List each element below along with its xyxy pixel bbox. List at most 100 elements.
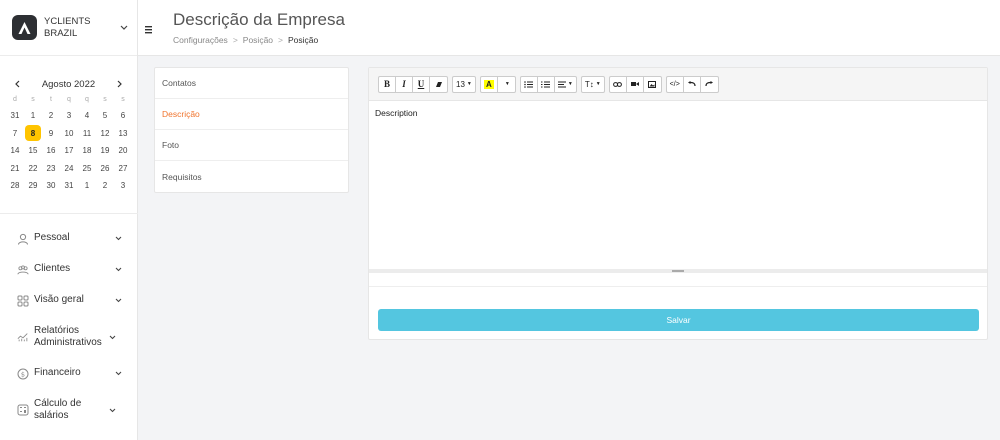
calendar-day[interactable]: 19 — [96, 142, 114, 160]
calendar-day[interactable]: 28 — [6, 177, 24, 195]
menu-toggle-icon[interactable] — [144, 21, 154, 34]
video-icon[interactable] — [627, 76, 644, 92]
calendar-day[interactable]: 4 — [78, 107, 96, 125]
code-view-button[interactable]: </> — [667, 76, 684, 92]
calendar-day[interactable]: 11 — [78, 125, 96, 143]
font-size-label: 13 — [456, 79, 465, 89]
bold-button[interactable]: B — [379, 76, 396, 92]
sidebar-item-label: Pessoal — [34, 232, 70, 244]
sidebar-item-label: Visão geral — [34, 294, 84, 306]
undo-icon[interactable] — [684, 76, 701, 92]
sidebar-item-financeiro[interactable]: $ Financeiro — [0, 358, 138, 389]
chevron-left-icon[interactable] — [12, 78, 22, 90]
calendar-day[interactable]: 16 — [42, 142, 60, 160]
calendar-day[interactable]: 31 — [6, 107, 24, 125]
style-dropdown[interactable]: T↕ ▼ — [580, 75, 605, 93]
color-dropdown-button[interactable]: ▼ — [498, 77, 515, 92]
font-size-value[interactable]: 13 ▼ — [453, 77, 475, 92]
chevron-down-icon — [114, 370, 122, 378]
calendar-day[interactable]: 30 — [42, 177, 60, 195]
chevron-down-icon[interactable] — [118, 22, 130, 34]
sidebar-item-clientes[interactable]: Clientes — [0, 254, 138, 285]
highlight-color-button[interactable]: A — [481, 76, 498, 92]
calendar-day[interactable]: 2 — [96, 177, 114, 195]
sidebar-item-calculo[interactable]: Cálculo de salários — [0, 389, 138, 431]
sidebar-menu: Pessoal Clientes Visão geral Relatórios Adm… — [0, 213, 138, 431]
color-group: A ▼ — [479, 75, 516, 93]
calendar-weekday: d — [13, 96, 17, 103]
coin-icon: $ — [17, 368, 29, 380]
calendar-day[interactable]: 20 — [114, 142, 132, 160]
calendar-weekday: s — [121, 96, 125, 103]
calendar-day[interactable]: 3 — [114, 177, 132, 195]
calendar-day-today[interactable]: 8 — [25, 125, 41, 142]
calendar-day[interactable]: 29 — [24, 177, 42, 195]
calendar-day[interactable]: 12 — [96, 125, 114, 143]
calendar-day[interactable]: 1 — [24, 107, 42, 125]
calendar-day[interactable]: 1 — [78, 177, 96, 195]
underline-button[interactable]: U — [413, 76, 430, 92]
grip-icon — [672, 270, 684, 272]
breadcrumb-item[interactable]: Configurações — [173, 35, 228, 45]
tab-foto[interactable]: Foto — [155, 130, 348, 161]
eraser-icon[interactable] — [430, 77, 447, 92]
calendar-day[interactable]: 17 — [60, 142, 78, 160]
grid-icon — [17, 295, 29, 307]
editor-toolbar: B I U 13 ▼ A ▼ ▼ T↕ ▼ </> — [369, 68, 987, 101]
italic-button[interactable]: I — [396, 76, 413, 92]
tab-requisitos[interactable]: Requisitos — [155, 161, 348, 192]
chevron-down-icon — [108, 333, 116, 341]
calendar-day[interactable]: 21 — [6, 160, 24, 178]
tab-descricao[interactable]: Descrição — [155, 99, 348, 130]
align-dropdown[interactable]: ▼ — [555, 77, 576, 92]
insert-group — [608, 75, 662, 93]
chevron-down-icon — [114, 297, 122, 305]
calendar-grid: d s t q q s s 31 1 2 3 4 5 6 7 8 9 10 11 12 13 14 15 16 17 18 19 20… — [6, 92, 131, 195]
calendar-weekday: s — [31, 96, 35, 103]
calendar-day[interactable]: 15 — [24, 142, 42, 160]
calendar-day[interactable]: 2 — [42, 107, 60, 125]
font-size-dropdown[interactable]: 13 ▼ — [452, 75, 476, 93]
chevron-right-icon[interactable] — [115, 78, 125, 90]
calendar-day[interactable]: 31 — [60, 177, 78, 195]
editor-content[interactable]: Description — [369, 101, 987, 269]
person-icon — [17, 233, 29, 245]
text-style-button[interactable]: T↕ ▼ — [582, 77, 604, 92]
breadcrumb-item[interactable]: Posição — [243, 35, 273, 45]
calendar-day[interactable]: 10 — [60, 125, 78, 143]
link-icon[interactable] — [610, 76, 627, 92]
svg-text:$: $ — [21, 370, 25, 378]
ordered-list-icon[interactable] — [538, 76, 555, 92]
calendar-day[interactable]: 5 — [96, 107, 114, 125]
unordered-list-icon[interactable] — [521, 76, 538, 92]
calendar-day[interactable]: 22 — [24, 160, 42, 178]
highlight-icon: A — [483, 79, 494, 89]
calendar-day[interactable]: 24 — [60, 160, 78, 178]
calendar-day[interactable]: 18 — [78, 142, 96, 160]
calendar-day[interactable]: 9 — [42, 125, 60, 143]
caret-down-icon: ▼ — [595, 81, 601, 87]
calendar-day[interactable]: 27 — [114, 160, 132, 178]
sidebar-item-relatorios[interactable]: Relatórios Administrativos — [0, 316, 138, 358]
calendar-day[interactable]: 13 — [114, 125, 132, 143]
tab-contatos[interactable]: Contatos — [155, 68, 348, 99]
sidebar-item-pessoal[interactable]: Pessoal — [0, 223, 138, 254]
caret-down-icon: ▼ — [567, 81, 573, 87]
calendar-day[interactable]: 3 — [60, 107, 78, 125]
calendar-day[interactable]: 23 — [42, 160, 60, 178]
calendar-day[interactable]: 25 — [78, 160, 96, 178]
redo-icon[interactable] — [701, 77, 718, 92]
calendar-day[interactable]: 14 — [6, 142, 24, 160]
logo-icon — [12, 15, 37, 40]
calendar-day[interactable]: 6 — [114, 107, 132, 125]
calendar-day[interactable]: 7 — [6, 125, 24, 143]
save-button[interactable]: Salvar — [378, 309, 979, 331]
calendar-weekday: q — [67, 96, 71, 103]
sidebar-item-visao[interactable]: Visão geral — [0, 285, 138, 316]
chevron-down-icon — [114, 235, 122, 243]
description-editor: B I U 13 ▼ A ▼ ▼ T↕ ▼ </> Description Sa… — [368, 67, 988, 340]
image-icon[interactable] — [644, 77, 661, 92]
brand-switcher[interactable]: YCLIENTS BRAZIL — [0, 0, 137, 56]
calendar-day[interactable]: 26 — [96, 160, 114, 178]
sidebar-item-label: Financeiro — [34, 367, 81, 379]
